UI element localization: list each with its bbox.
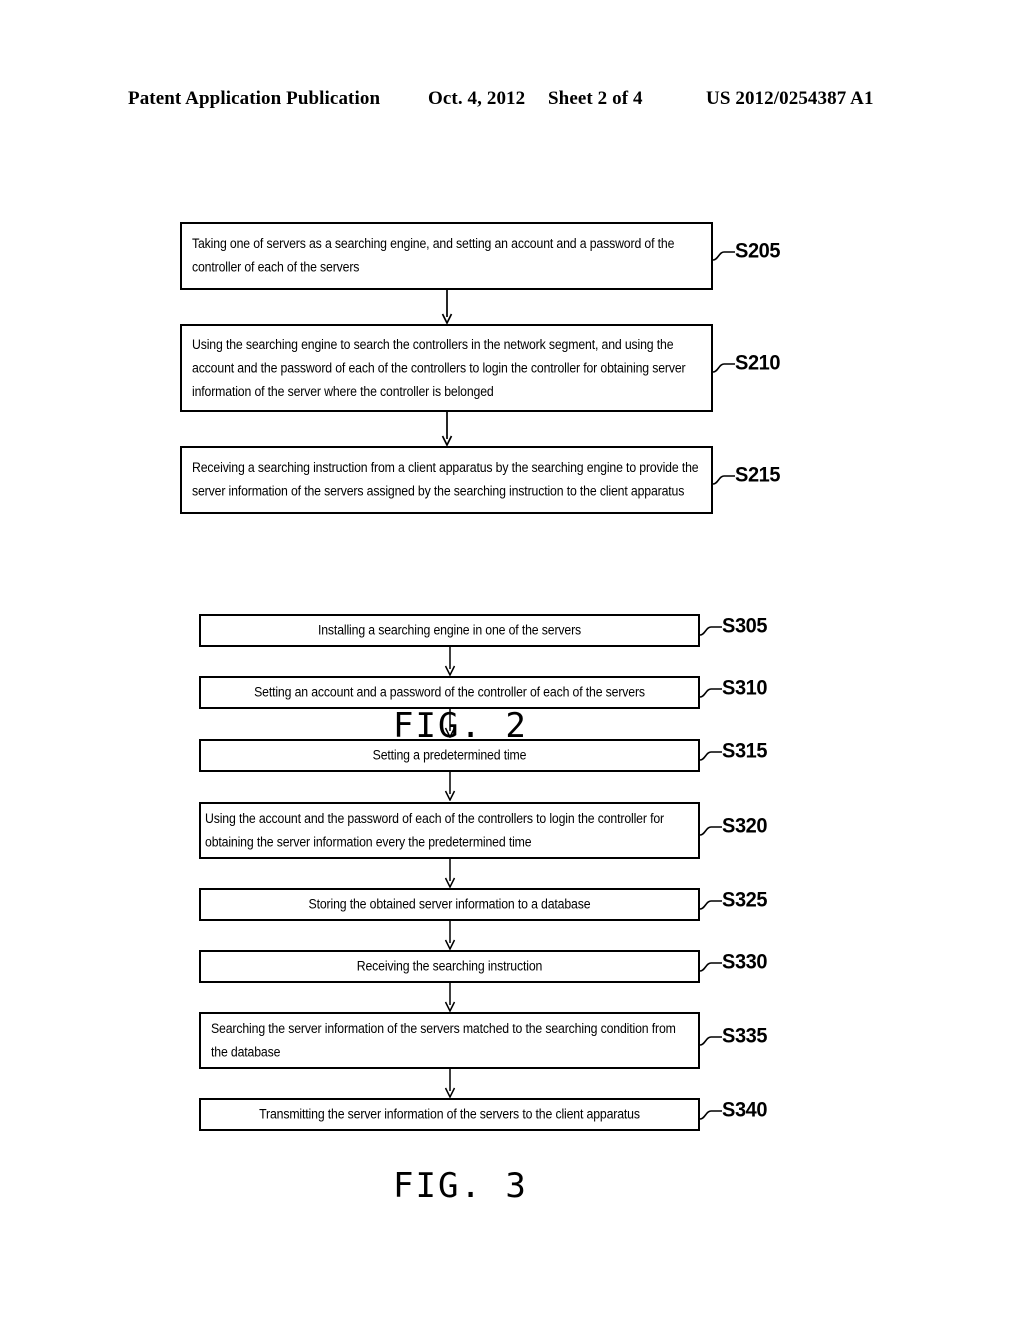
flow-box-s215: Receiving a searching instruction from a… xyxy=(180,446,713,514)
tilde-connector-s310 xyxy=(700,688,722,698)
header-sheet-number: Sheet 2 of 4 xyxy=(548,88,643,109)
step-label-s215: S215 xyxy=(735,463,781,487)
tilde-connector-s335 xyxy=(700,1036,722,1046)
flow-box-s335-text: Searching the server information of the … xyxy=(211,1020,676,1060)
arrow-s320-to-s325 xyxy=(444,859,456,888)
figure-3-caption: FIG. 3 xyxy=(393,1166,528,1206)
step-label-s325: S325 xyxy=(722,888,768,912)
flow-box-s320: Using the account and the password of ea… xyxy=(199,802,700,859)
flow-box-s340: Transmitting the server information of t… xyxy=(199,1098,700,1131)
tilde-connector-s315 xyxy=(700,751,722,761)
tilde-connector-s305 xyxy=(700,626,722,636)
flow-box-s310: Setting an account and a password of the… xyxy=(199,676,700,709)
header-publication-title: Patent Application Publication xyxy=(128,88,381,109)
arrow-s305-to-s310 xyxy=(444,647,456,676)
figure-2: Taking one of servers as a searching eng… xyxy=(0,180,1024,746)
tilde-connector-s215 xyxy=(713,475,735,485)
tilde-connector-s205 xyxy=(713,251,735,261)
figure-3: Installing a searching engine in one of … xyxy=(0,600,1024,1220)
flow-box-s315-text: Setting a predetermined time xyxy=(372,747,527,763)
arrow-s325-to-s330 xyxy=(444,921,456,950)
page-header: Patent Application Publication Oct. 4, 2… xyxy=(0,88,1024,114)
flow-box-s325-text: Storing the obtained server information … xyxy=(308,896,591,912)
arrow-s205-to-s210 xyxy=(441,290,453,324)
header-publication-date: Oct. 4, 2012 xyxy=(428,88,526,109)
step-label-s305: S305 xyxy=(722,614,768,638)
step-label-s205: S205 xyxy=(735,239,781,263)
step-label-s320: S320 xyxy=(722,814,768,838)
arrow-s315-to-s320 xyxy=(444,772,456,801)
flow-box-s305-text: Installing a searching engine in one of … xyxy=(317,622,582,638)
step-label-s330: S330 xyxy=(722,950,768,974)
step-label-s315: S315 xyxy=(722,739,768,763)
arrow-s330-to-s335 xyxy=(444,983,456,1012)
arrow-s210-to-s215 xyxy=(441,412,453,446)
tilde-connector-s340 xyxy=(700,1110,722,1120)
step-label-s340: S340 xyxy=(722,1098,768,1122)
step-label-s335: S335 xyxy=(722,1024,768,1048)
arrow-s310-to-s315 xyxy=(444,709,456,738)
tilde-connector-s330 xyxy=(700,962,722,972)
flow-box-s325: Storing the obtained server information … xyxy=(199,888,700,921)
tilde-connector-s320 xyxy=(700,826,722,836)
tilde-connector-s325 xyxy=(700,900,722,910)
flow-box-s205-text: Taking one of servers as a searching eng… xyxy=(192,235,675,276)
flow-box-s315: Setting a predetermined time xyxy=(199,739,700,772)
flow-box-s205: Taking one of servers as a searching eng… xyxy=(180,222,713,290)
flow-box-s210-text: Using the searching engine to search the… xyxy=(192,336,686,399)
flow-box-s330-text: Receiving the searching instruction xyxy=(356,958,543,974)
flow-box-s310-text: Setting an account and a password of the… xyxy=(254,684,645,700)
tilde-connector-s210 xyxy=(713,363,735,373)
step-label-s210: S210 xyxy=(735,351,781,375)
flow-box-s340-text: Transmitting the server information of t… xyxy=(259,1106,640,1122)
flow-box-s215-text: Receiving a searching instruction from a… xyxy=(192,459,699,500)
flow-box-s305: Installing a searching engine in one of … xyxy=(199,614,700,647)
header-publication-number: US 2012/0254387 A1 xyxy=(706,88,874,109)
flow-box-s335: Searching the server information of the … xyxy=(199,1012,700,1069)
flow-box-s320-text: Using the account and the password of ea… xyxy=(205,810,664,850)
arrow-s335-to-s340 xyxy=(444,1069,456,1098)
flow-box-s210: Using the searching engine to search the… xyxy=(180,324,713,412)
flow-box-s330: Receiving the searching instruction xyxy=(199,950,700,983)
step-label-s310: S310 xyxy=(722,676,768,700)
